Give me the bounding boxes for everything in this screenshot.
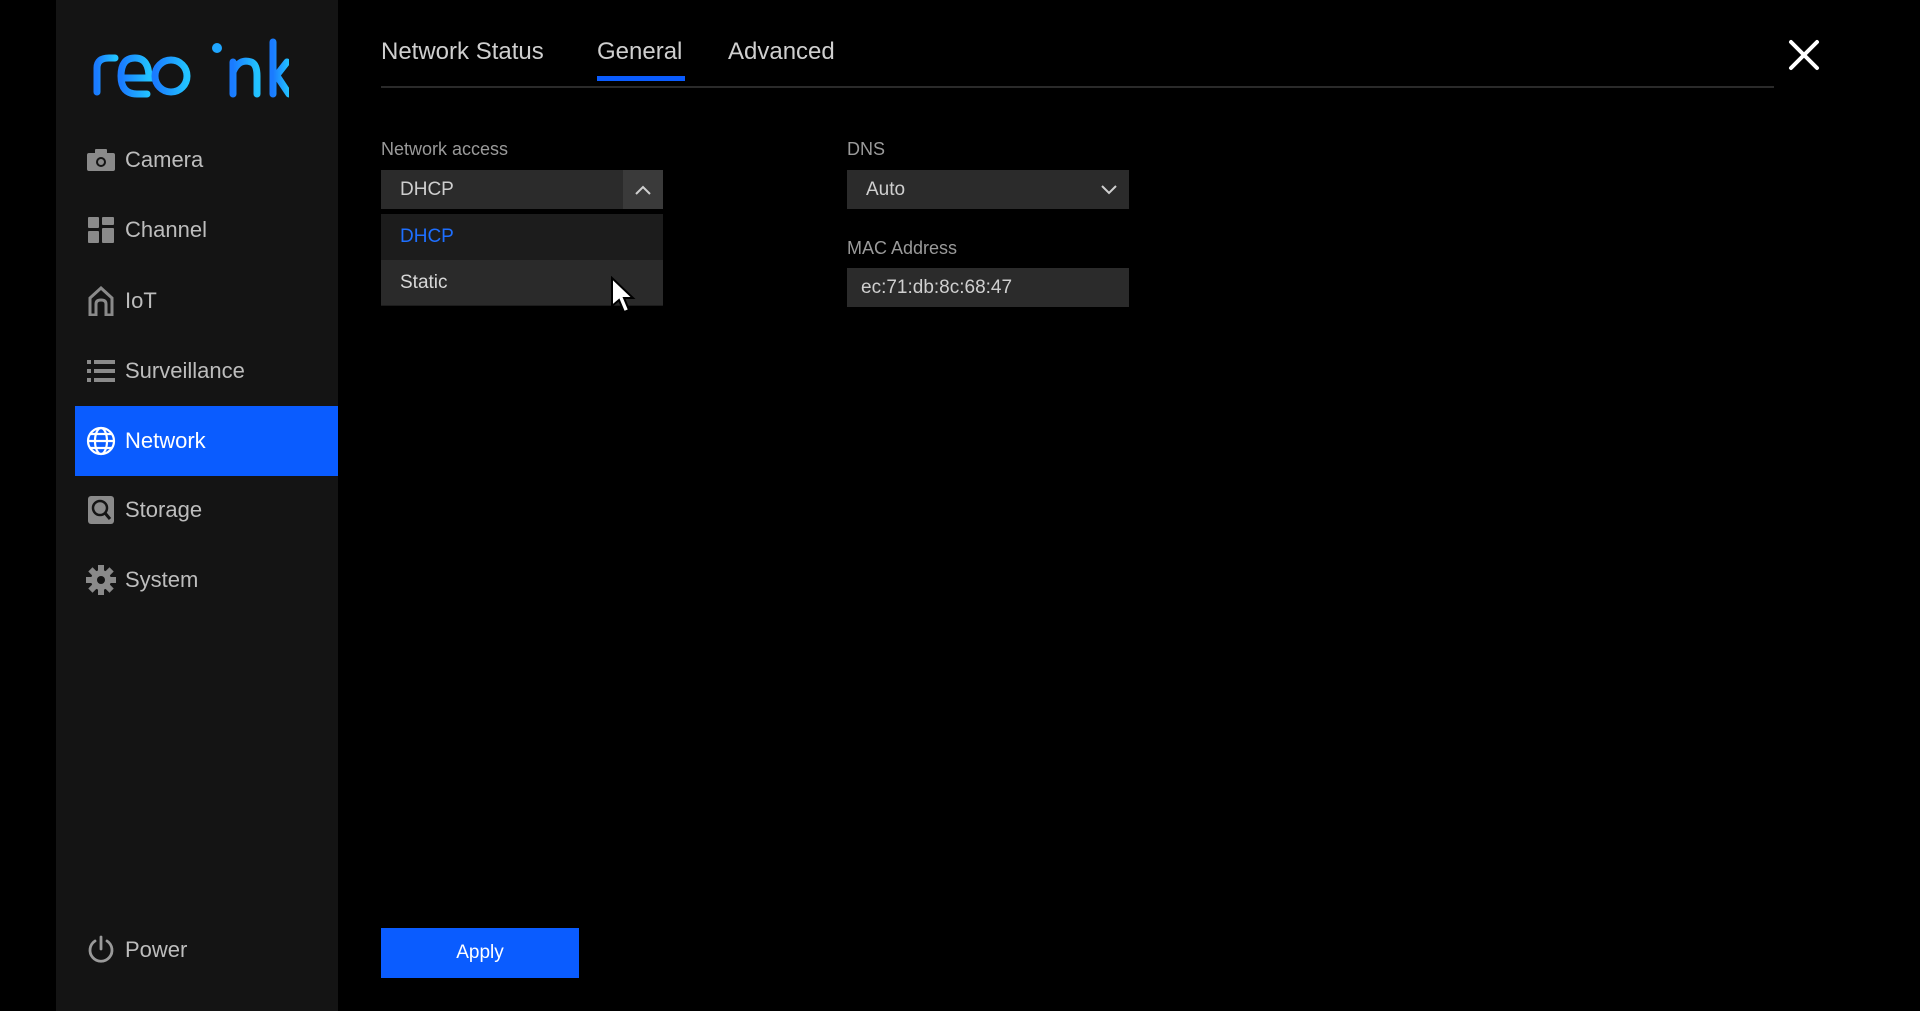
sidebar-item-label: Camera [125,147,204,172]
gear-icon [85,564,117,596]
network-access-label: Network access [381,139,509,159]
sidebar-item-system[interactable]: System [75,545,338,615]
dns-value: Auto [866,179,906,200]
sidebar-item-label: Channel [125,217,207,242]
list-icon [85,355,117,387]
sidebar-item-surveillance[interactable]: Surveillance [75,336,338,406]
close-icon[interactable] [1787,38,1821,72]
option-dhcp[interactable]: DHCP [381,214,663,259]
camera-icon [85,144,117,176]
reolink-logo [93,38,289,98]
tab-advanced[interactable]: Advanced [728,38,835,66]
mouse-cursor-icon [611,276,636,314]
sidebar-item-label: Network [125,428,206,453]
dns-label: DNS [847,139,886,159]
network-access-value: DHCP [400,179,454,200]
tab-bar: Network Status General Advanced [381,0,1774,88]
power-button[interactable]: Power [75,915,338,985]
grid-icon [85,214,117,246]
power-label: Power [125,937,188,962]
tab-general[interactable]: General [597,38,686,81]
globe-icon [85,425,117,457]
storage-icon [85,494,117,526]
sidebar-item-channel[interactable]: Channel [75,195,338,265]
sidebar-item-label: Surveillance [125,358,245,383]
sidebar-item-camera[interactable]: Camera [75,125,338,195]
mac-address-field: ec:71:db:8c:68:47 [847,268,1129,307]
chevron-up-icon [623,170,663,209]
sidebar: Camera Channel IoT Surveillance Network … [56,0,338,1011]
apply-button[interactable]: Apply [381,928,579,978]
sidebar-item-network[interactable]: Network [75,406,338,476]
sidebar-item-label: IoT [125,288,157,313]
mac-address-label: MAC Address [847,238,958,258]
sidebar-item-label: Storage [125,497,203,522]
sidebar-item-iot[interactable]: IoT [75,266,338,336]
chevron-down-icon [1089,170,1129,209]
sidebar-item-storage[interactable]: Storage [75,475,338,545]
dns-select[interactable]: Auto [847,170,1129,209]
power-icon [85,934,117,966]
home-icon [85,285,117,317]
network-access-select[interactable]: DHCP [381,170,663,209]
sidebar-item-label: System [125,567,199,592]
tab-network-status[interactable]: Network Status [381,38,544,66]
